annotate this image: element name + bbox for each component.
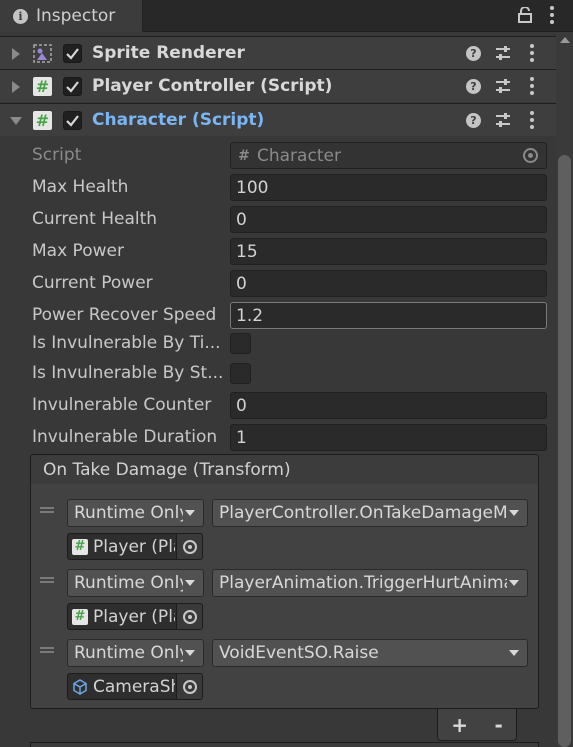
function-value: PlayerController.OnTakeDamageMotion xyxy=(219,503,507,523)
invulnerable-by-st-checkbox[interactable] xyxy=(230,363,251,384)
target-object-field[interactable]: # Player (Player xyxy=(67,533,203,560)
add-listener-button[interactable]: + xyxy=(451,713,468,737)
script-value: Character xyxy=(257,145,341,166)
power-recover-speed-label: Power Recover Speed xyxy=(32,305,217,325)
event-title: On Take Damage (Transform) xyxy=(43,459,291,480)
component-menu-icon[interactable] xyxy=(528,111,536,129)
tab-menu-icon[interactable] xyxy=(548,6,556,24)
next-component-edge xyxy=(30,742,539,747)
foldout-collapsed-icon[interactable] xyxy=(12,81,20,93)
dropdown-arrow-icon xyxy=(185,580,195,586)
script-icon: # xyxy=(72,538,88,555)
drag-handle-icon[interactable] xyxy=(40,577,54,583)
component-character[interactable]: # Character (Script) ? xyxy=(0,103,556,136)
inspector-tabbar: i Inspector xyxy=(0,0,573,32)
sprite-renderer-icon xyxy=(33,44,52,63)
function-dropdown[interactable]: PlayerController.OnTakeDamageMotion xyxy=(212,499,528,527)
component-title: Character (Script) xyxy=(92,110,265,130)
help-icon[interactable]: ? xyxy=(466,113,481,128)
target-value: CameraShake xyxy=(93,676,175,697)
component-menu-icon[interactable] xyxy=(528,44,536,62)
max-power-label: Max Power xyxy=(32,241,124,261)
max-health-label: Max Health xyxy=(32,177,129,197)
object-picker-icon[interactable] xyxy=(176,534,202,559)
invulnerable-counter-input[interactable]: 0 xyxy=(230,392,547,419)
object-picker-icon[interactable] xyxy=(523,148,538,163)
max-power-input[interactable]: 15 xyxy=(230,238,547,265)
dropdown-arrow-icon xyxy=(185,510,195,516)
dropdown-arrow-icon xyxy=(509,580,519,586)
drag-handle-icon[interactable] xyxy=(40,507,54,513)
foldout-collapsed-icon[interactable] xyxy=(12,48,20,60)
runtime-mode-dropdown[interactable]: Runtime Only xyxy=(67,639,204,667)
current-power-input[interactable]: 0 xyxy=(230,270,547,297)
runtime-mode-dropdown[interactable]: Runtime Only xyxy=(67,499,204,527)
enabled-checkbox[interactable] xyxy=(63,111,82,130)
dropdown-arrow-icon xyxy=(509,510,519,516)
function-dropdown[interactable]: PlayerAnimation.TriggerHurtAnimation xyxy=(212,569,528,597)
enabled-checkbox[interactable] xyxy=(63,77,82,96)
component-sprite-renderer[interactable]: Sprite Renderer ? xyxy=(0,36,556,69)
scroll-up-arrow-icon[interactable] xyxy=(560,37,570,43)
event-header: On Take Damage (Transform) xyxy=(30,454,539,485)
foldout-expanded-icon[interactable] xyxy=(10,117,22,125)
runtime-mode-value: Runtime Only xyxy=(74,573,183,593)
script-icon: # xyxy=(33,77,52,96)
presets-icon[interactable] xyxy=(495,78,511,94)
dropdown-arrow-icon xyxy=(185,650,195,656)
object-picker-icon[interactable] xyxy=(176,604,202,629)
presets-icon[interactable] xyxy=(495,112,511,128)
current-power-label: Current Power xyxy=(32,273,153,293)
dropdown-arrow-icon xyxy=(509,650,519,656)
lock-icon[interactable] xyxy=(518,7,532,23)
object-picker-icon[interactable] xyxy=(176,674,202,699)
invulnerable-duration-input[interactable]: 1 xyxy=(230,424,547,451)
listener-add-remove: + - xyxy=(437,709,517,741)
runtime-mode-value: Runtime Only xyxy=(74,503,183,523)
help-icon[interactable]: ? xyxy=(466,46,481,61)
invulnerable-by-st-label: Is Invulnerable By St... xyxy=(32,363,224,383)
invulnerable-by-ti-label: Is Invulnerable By Ti... xyxy=(32,333,221,353)
drag-handle-icon[interactable] xyxy=(40,647,54,653)
function-value: PlayerAnimation.TriggerHurtAnimation xyxy=(219,573,507,593)
current-health-label: Current Health xyxy=(32,209,158,229)
help-icon[interactable]: ? xyxy=(466,79,481,94)
runtime-mode-value: Runtime Only xyxy=(74,643,183,663)
tab-label: Inspector xyxy=(36,6,116,26)
runtime-mode-dropdown[interactable]: Runtime Only xyxy=(67,569,204,597)
target-object-field[interactable]: # Player (Player xyxy=(67,603,203,630)
target-value: Player (Player xyxy=(93,536,175,557)
max-health-input[interactable]: 100 xyxy=(230,174,547,201)
tab-inspector[interactable]: i Inspector xyxy=(0,0,143,32)
invulnerable-duration-label: Invulnerable Duration xyxy=(32,427,218,447)
component-player-controller[interactable]: # Player Controller (Script) ? xyxy=(0,69,556,102)
target-object-field[interactable]: CameraShake xyxy=(67,673,203,700)
current-health-input[interactable]: 0 xyxy=(230,206,547,233)
component-title: Sprite Renderer xyxy=(92,43,245,63)
invulnerable-by-ti-checkbox[interactable] xyxy=(230,333,251,354)
component-title: Player Controller (Script) xyxy=(92,76,333,96)
info-icon: i xyxy=(13,8,28,24)
component-menu-icon[interactable] xyxy=(528,77,536,95)
function-value: VoidEventSO.Raise xyxy=(219,643,379,663)
remove-listener-button[interactable]: - xyxy=(494,713,502,737)
enabled-checkbox[interactable] xyxy=(63,44,82,63)
function-dropdown[interactable]: VoidEventSO.Raise xyxy=(212,639,528,667)
target-value: Player (Player xyxy=(93,606,175,627)
script-label: Script xyxy=(32,145,82,165)
invulnerable-counter-label: Invulnerable Counter xyxy=(32,395,212,415)
script-field[interactable]: # Character xyxy=(230,142,547,169)
script-icon: # xyxy=(33,111,52,130)
script-icon: # xyxy=(238,147,250,164)
scriptable-object-icon xyxy=(73,678,87,695)
power-recover-speed-input[interactable]: 1.2 xyxy=(230,302,547,329)
presets-icon[interactable] xyxy=(495,45,511,61)
script-icon: # xyxy=(72,608,88,625)
scrollbar-thumb[interactable] xyxy=(558,155,571,747)
